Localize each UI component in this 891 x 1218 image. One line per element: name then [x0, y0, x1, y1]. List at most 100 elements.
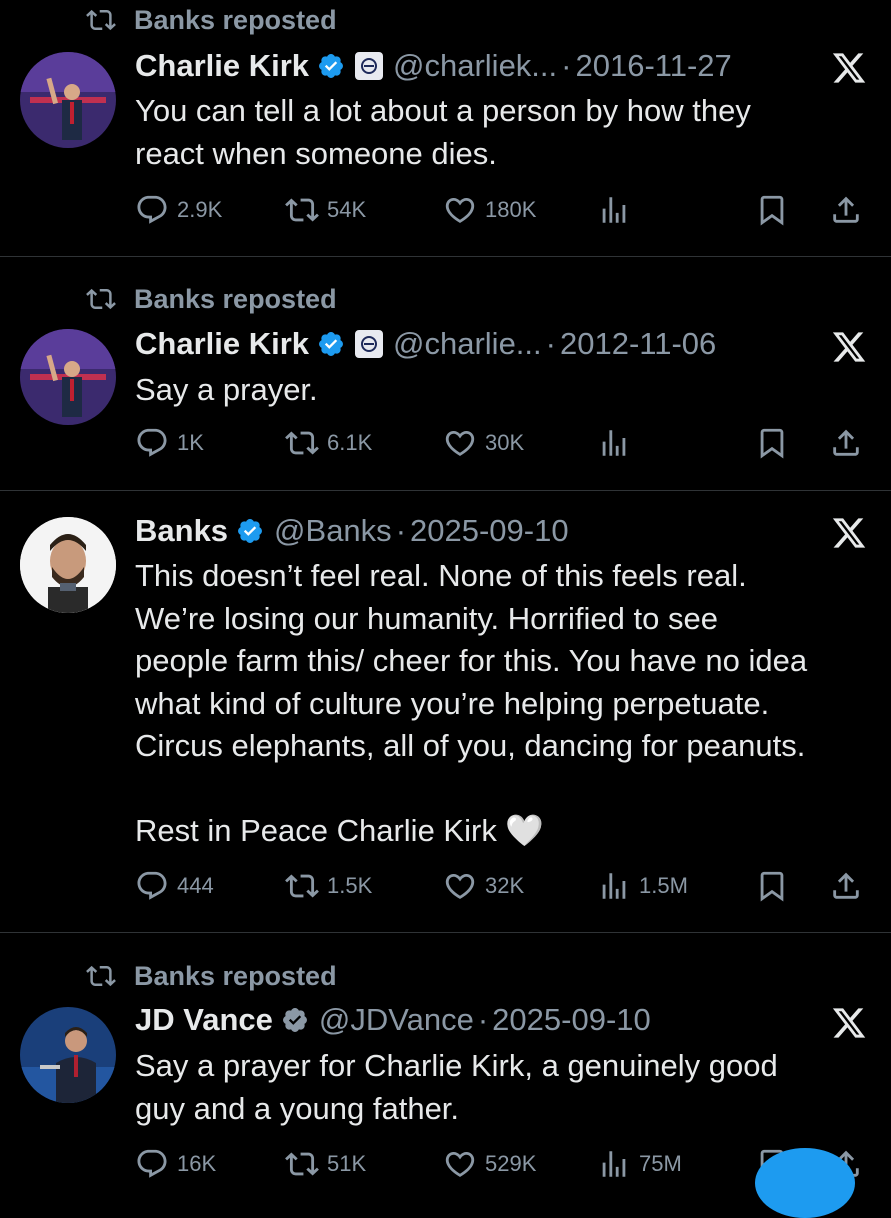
repost-label: Banks reposted [134, 283, 337, 314]
views-button[interactable]: 75M [597, 1142, 682, 1186]
views-count: 1.5M [639, 873, 688, 898]
tweet-2[interactable]: Banks reposted Charlie Kirk @charlie... ·… [0, 257, 891, 491]
views-icon [602, 430, 626, 456]
tweet-date[interactable]: 2012-11-06 [560, 326, 716, 362]
tweet-date[interactable]: 2016-11-27 [575, 48, 731, 84]
reply-count: 16K [177, 1151, 217, 1176]
affiliate-badge-icon [355, 330, 384, 358]
repost-icon [285, 431, 319, 455]
x-logo-icon[interactable] [831, 50, 867, 86]
views-button[interactable]: 1.5M [597, 864, 688, 908]
share-icon [833, 429, 859, 456]
author-name[interactable]: Charlie Kirk [135, 326, 309, 362]
separator-dot: · [545, 326, 556, 361]
tweet-text-line [135, 768, 875, 811]
tweet-date[interactable]: 2025-09-10 [410, 513, 569, 549]
like-icon [445, 1151, 475, 1177]
reply-button[interactable]: 444 [135, 864, 214, 908]
x-logo-icon[interactable] [831, 1005, 867, 1041]
tweet-header: JD Vance @JDVance · 2025-09-10 [135, 1000, 891, 1040]
repost-icon [86, 965, 116, 987]
views-icon [602, 873, 626, 899]
repost-button[interactable]: 6.1K [285, 421, 372, 465]
repost-icon [285, 198, 319, 222]
separator-dot: · [561, 48, 572, 83]
author-handle[interactable]: @JDVance [319, 1002, 474, 1038]
author-name[interactable]: JD Vance [135, 1002, 273, 1038]
like-count: 180K [485, 197, 537, 222]
repost-button[interactable]: 54K [285, 188, 366, 232]
tweet-4[interactable]: Banks reposted JD Vance @JDVance · 2025-09… [0, 933, 891, 1199]
views-icon [602, 197, 626, 223]
like-icon [445, 873, 475, 899]
bookmark-button[interactable] [755, 864, 789, 908]
like-button[interactable]: 30K [443, 421, 524, 465]
repost-count: 51K [327, 1151, 367, 1176]
repost-icon [86, 288, 116, 310]
reply-button[interactable]: 16K [135, 1142, 216, 1186]
tweet-header: Charlie Kirk @charlie... · 2012-11-06 [135, 324, 891, 364]
bookmark-icon [760, 871, 784, 902]
compose-fab-partial[interactable] [755, 1148, 855, 1218]
reply-icon [137, 871, 167, 900]
like-icon [445, 430, 475, 456]
tweet-text: Say a prayer. [135, 369, 875, 412]
tweet-1[interactable]: Banks reposted Charlie Kirk @charliek...… [0, 0, 891, 256]
repost-indicator: Banks reposted [84, 2, 337, 38]
tweet-text-line: guy and a young father. [135, 1090, 460, 1126]
views-button[interactable] [597, 188, 639, 232]
bookmark-icon [760, 428, 784, 459]
like-count: 529K [485, 1151, 537, 1176]
share-button[interactable] [829, 864, 863, 908]
tweet-text: You can tell a lot about a person by how… [135, 90, 875, 175]
verified-badge-icon [282, 1008, 307, 1032]
verified-badge-icon [319, 54, 343, 78]
avatar[interactable] [20, 329, 116, 425]
tweet-text-line: Rest in Peace Charlie Kirk 🤍 [135, 813, 545, 848]
tweet-text-line: Circus elephants, all of you, dancing fo… [135, 728, 806, 763]
author-handle[interactable]: @Banks [274, 513, 392, 549]
affiliate-badge-icon [355, 52, 384, 80]
avatar[interactable] [20, 1007, 116, 1103]
share-icon [833, 872, 859, 899]
like-count: 32K [485, 873, 525, 898]
bookmark-button[interactable] [755, 421, 789, 465]
action-bar: 2.9K 54K 180K [135, 188, 875, 232]
tweet-date[interactable]: 2025-09-10 [492, 1002, 651, 1038]
tweet-text: Say a prayer for Charlie Kirk, a genuine… [135, 1045, 875, 1130]
author-name[interactable]: Charlie Kirk [135, 48, 309, 84]
avatar[interactable] [20, 52, 116, 148]
views-button[interactable] [597, 421, 639, 465]
reply-icon [137, 1149, 167, 1178]
bookmark-icon [760, 195, 784, 226]
like-button[interactable]: 32K [443, 864, 524, 908]
reply-button[interactable]: 2.9K [135, 188, 222, 232]
tweet-header: Banks @Banks · 2025-09-10 [135, 511, 891, 551]
tweet-text-line: This doesn’t feel real. None of this fee… [135, 558, 747, 593]
repost-count: 6.1K [327, 430, 373, 455]
author-handle[interactable]: @charliek... [393, 48, 557, 84]
repost-icon [86, 9, 116, 31]
x-logo-icon[interactable] [831, 515, 867, 551]
like-button[interactable]: 180K [443, 188, 536, 232]
avatar[interactable] [20, 517, 116, 613]
share-icon [833, 196, 859, 223]
tweet-text: This doesn’t feel real. None of this fee… [135, 555, 875, 853]
reply-button[interactable]: 1K [135, 421, 204, 465]
x-logo-icon[interactable] [831, 329, 867, 365]
share-button[interactable] [829, 421, 863, 465]
views-icon [602, 1151, 626, 1177]
action-bar: 1K 6.1K 30K [135, 421, 875, 465]
share-button[interactable] [829, 188, 863, 232]
repost-label: Banks reposted [134, 960, 337, 991]
repost-count: 54K [327, 197, 367, 222]
tweet-3[interactable]: Banks @Banks · 2025-09-10 This doesn’t fee… [0, 491, 891, 933]
separator-dot: · [477, 1002, 489, 1037]
like-button[interactable]: 529K [443, 1142, 536, 1186]
author-name[interactable]: Banks [135, 513, 228, 549]
action-bar: 444 1.5K 32K 1.5M [135, 864, 875, 908]
repost-button[interactable]: 1.5K [285, 864, 372, 908]
bookmark-button[interactable] [755, 188, 789, 232]
author-handle[interactable]: @charlie... [393, 326, 542, 362]
repost-button[interactable]: 51K [285, 1142, 366, 1186]
